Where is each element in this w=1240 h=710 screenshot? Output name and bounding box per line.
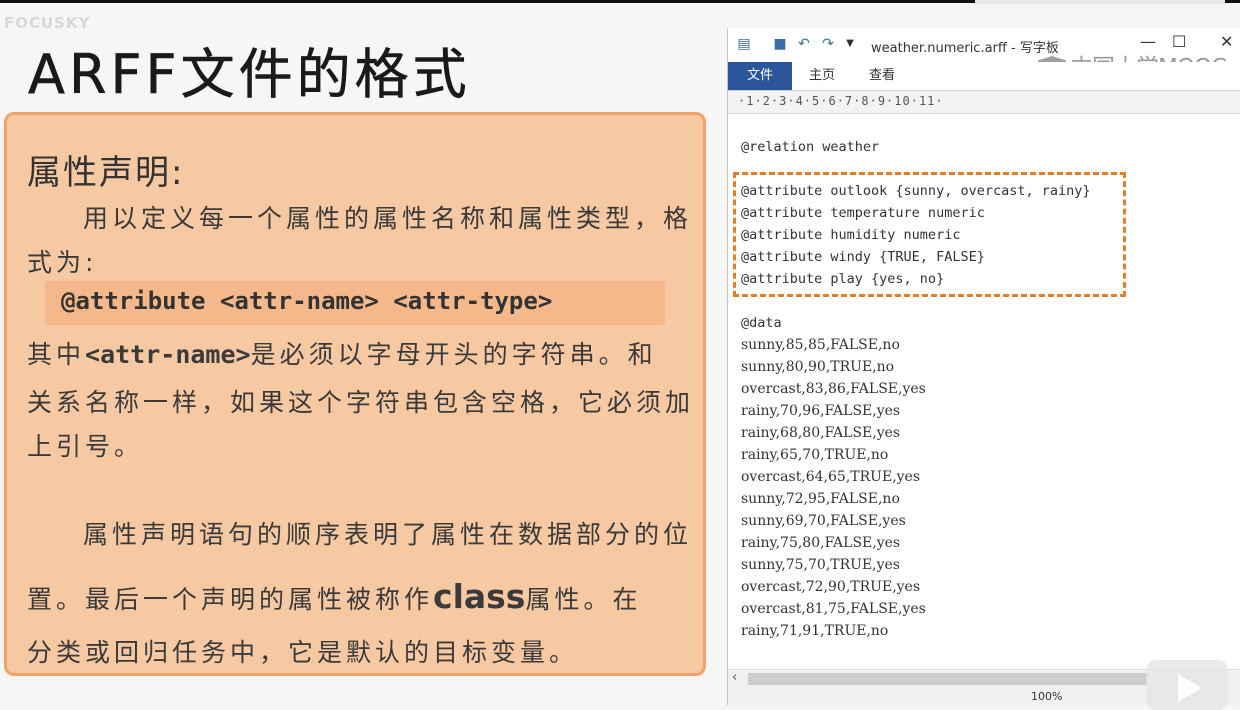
data-label-line: @data bbox=[741, 315, 782, 331]
scroll-left-icon[interactable]: ‹ bbox=[732, 670, 737, 685]
data-row: sunny,85,85,FALSE,no bbox=[741, 337, 900, 353]
paragraph-3-line-1: 属性声明语句的顺序表明了属性在数据部分的位 bbox=[83, 520, 693, 549]
data-row: overcast,81,75,FALSE,yes bbox=[741, 601, 926, 617]
paragraph-2-line-3: 上引号。 bbox=[27, 432, 144, 461]
tab-home[interactable]: 主页 bbox=[798, 62, 846, 90]
data-row: sunny,80,90,TRUE,no bbox=[741, 359, 895, 375]
paragraph-1-line-2: 式为: bbox=[27, 248, 98, 277]
ruler-marks: ·1·2·3·4·5·6·7·8·9·10·11· bbox=[738, 94, 944, 108]
ribbon-tabs: 文件 主页 查看 bbox=[728, 62, 1240, 91]
data-row: sunny,69,70,FALSE,yes bbox=[741, 513, 906, 529]
paragraph-2-line-1: 其中<attr-name>是必须以字母开头的字符串。和 bbox=[27, 335, 657, 371]
scrollbar-thumb[interactable] bbox=[748, 673, 1148, 685]
section-heading: 属性声明: bbox=[27, 153, 185, 193]
quick-access-dropdown-icon[interactable]: ▼ bbox=[842, 36, 858, 52]
data-row: rainy,75,80,FALSE,yes bbox=[741, 535, 901, 551]
syntax-code: @attribute <attr-name> <attr-type> bbox=[61, 287, 553, 315]
tab-file[interactable]: 文件 bbox=[728, 62, 792, 90]
data-row: sunny,72,95,FALSE,no bbox=[741, 491, 900, 507]
paragraph-2-line-2: 关系名称一样，如果这个字符串包含空格，它必须加 bbox=[27, 388, 695, 417]
ruler[interactable]: ·1·2·3·4·5·6·7·8·9·10·11· bbox=[728, 91, 1240, 114]
data-row: overcast,72,90,TRUE,yes bbox=[741, 579, 921, 595]
paragraph-2-code: <attr-name> bbox=[85, 340, 251, 369]
data-row: rainy,65,70,TRUE,no bbox=[741, 447, 889, 463]
top-edge-highlight bbox=[975, 0, 1225, 4]
tab-view[interactable]: 查看 bbox=[856, 62, 908, 90]
save-icon[interactable]: ■ bbox=[772, 36, 788, 52]
paragraph-2-prefix: 其中 bbox=[27, 340, 86, 369]
video-play-button[interactable] bbox=[1146, 660, 1228, 710]
syntax-box: @attribute <attr-name> <attr-type> bbox=[45, 281, 665, 325]
attribute-line: @attribute temperature numeric bbox=[741, 205, 985, 221]
paragraph-3-prefix: 置。最后一个声明的属性被称作 bbox=[27, 585, 434, 614]
data-row: overcast,64,65,TRUE,yes bbox=[741, 469, 921, 485]
undo-icon[interactable]: ↶ bbox=[796, 36, 812, 52]
data-row: rainy,71,91,TRUE,no bbox=[741, 623, 889, 639]
attribute-line: @attribute play {yes, no} bbox=[741, 271, 945, 287]
play-icon bbox=[1178, 674, 1202, 702]
paragraph-1-line-1: 用以定义每一个属性的属性名称和属性类型，格 bbox=[83, 204, 693, 233]
zoom-level: 100% bbox=[1031, 690, 1063, 703]
relation-line: @relation weather bbox=[741, 139, 880, 155]
attribute-line: @attribute windy {TRUE, FALSE} bbox=[741, 249, 985, 265]
paragraph-3-line-3: 分类或回归任务中，它是默认的目标变量。 bbox=[27, 638, 579, 667]
window-title: weather.numeric.arff - 写字板 bbox=[871, 41, 1059, 56]
paragraph-3-class: class bbox=[433, 577, 526, 616]
data-row: rainy,70,96,FALSE,yes bbox=[741, 403, 901, 419]
redo-icon[interactable]: ↷ bbox=[820, 36, 836, 52]
paragraph-3-suffix: 属性。在 bbox=[525, 585, 642, 614]
slide-title: ARFF文件的格式 bbox=[28, 43, 471, 107]
attribute-line: @attribute outlook {sunny, overcast, rai… bbox=[741, 183, 1091, 199]
paragraph-2-suffix: 是必须以字母开头的字符串。和 bbox=[250, 340, 657, 369]
paragraph-3-line-2: 置。最后一个声明的属性被称作class属性。在 bbox=[27, 577, 641, 616]
data-row: rainy,68,80,FALSE,yes bbox=[741, 425, 901, 441]
content-panel: 属性声明: 用以定义每一个属性的属性名称和属性类型，格 式为: @attribu… bbox=[4, 112, 706, 676]
window-titlebar: ▤ ■ ↶ ↷ ▼ weather.numeric.arff - 写字板 — ☐… bbox=[728, 28, 1240, 81]
wordpad-app-icon[interactable]: ▤ bbox=[736, 36, 752, 52]
attribute-line: @attribute humidity numeric bbox=[741, 227, 961, 243]
wordpad-window: ▤ ■ ↶ ↷ ▼ weather.numeric.arff - 写字板 — ☐… bbox=[727, 28, 1240, 705]
data-row: overcast,83,86,FALSE,yes bbox=[741, 381, 926, 397]
data-row: sunny,75,70,TRUE,yes bbox=[741, 557, 900, 573]
document-area[interactable]: @relation weather @attribute outlook {su… bbox=[728, 114, 1240, 669]
